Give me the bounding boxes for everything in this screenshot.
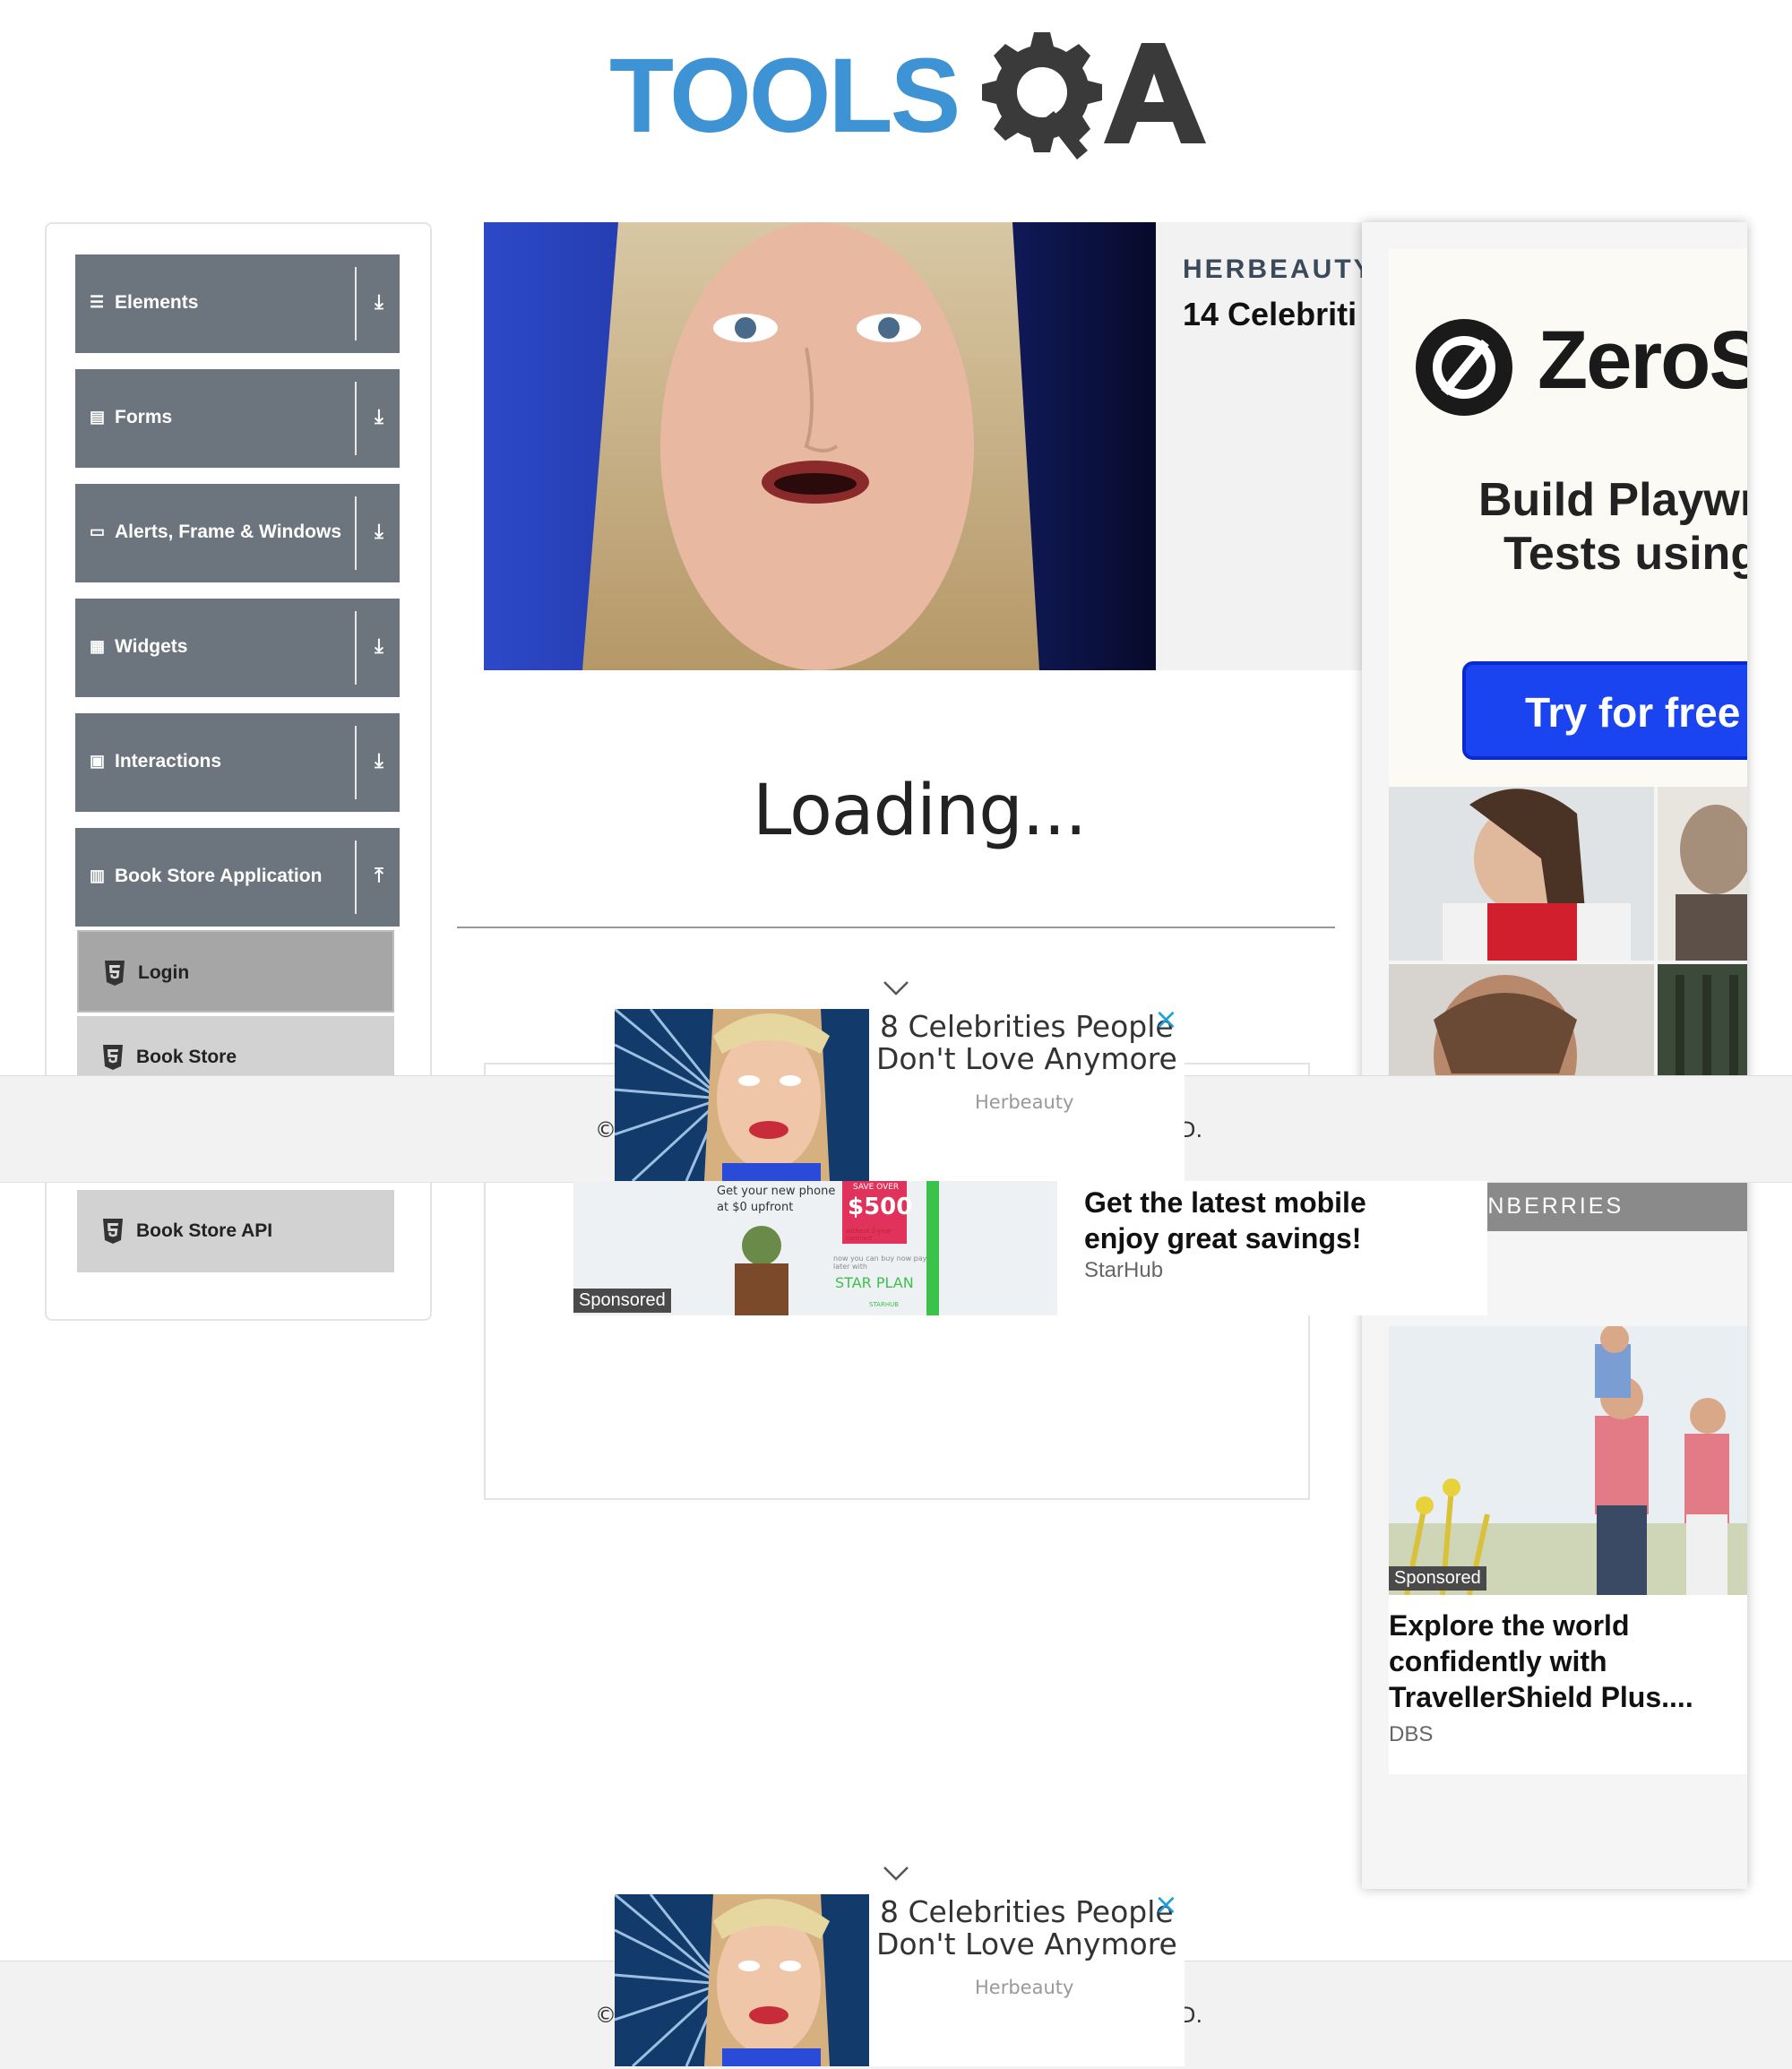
- sidebar-group-label: Alerts, Frame & Windows: [115, 522, 342, 542]
- logo-letter-a: [1104, 43, 1206, 143]
- group-divider: [355, 382, 357, 455]
- mini-ad-title-2[interactable]: Don't Love Anymore: [876, 1043, 1177, 1075]
- group-divider: [355, 611, 357, 685]
- sidebar-item-login[interactable]: Login: [77, 930, 394, 1013]
- mini-ad-image: [615, 1009, 869, 1181]
- mini-ad-title-1[interactable]: 8 Celebrities People: [880, 1011, 1174, 1043]
- list-icon: ☰: [90, 293, 105, 311]
- sidebar-group-forms[interactable]: ▤ Forms ⤓: [75, 369, 400, 468]
- mini-ad-image: [615, 1894, 869, 2066]
- group-divider: [355, 726, 357, 799]
- celebrity-face-image: [484, 222, 1156, 670]
- sidebar-item-label: Login: [138, 962, 190, 983]
- footer-copyright-partial: ©: [595, 2003, 616, 2028]
- dbs-ad-title[interactable]: Explore the world confidently with Trave…: [1389, 1608, 1747, 1715]
- sidebar-group-label: Elements: [115, 292, 199, 313]
- close-icon[interactable]: ×: [1154, 1887, 1178, 1921]
- sidebar-group-widgets[interactable]: ▦ Widgets ⤓: [75, 599, 400, 697]
- starhub-brand: STARHUB: [869, 1301, 900, 1308]
- expand-arrow-icon[interactable]: ⤓: [366, 634, 392, 658]
- mini-ad-title-2[interactable]: Don't Love Anymore: [876, 1928, 1177, 1961]
- zerostep-tagline-1: Build Playwrig: [1478, 474, 1747, 526]
- mini-ad-title-1[interactable]: 8 Celebrities People: [880, 1896, 1174, 1928]
- close-icon[interactable]: ×: [1154, 1002, 1178, 1036]
- expand-arrow-icon[interactable]: ⤓: [366, 290, 392, 314]
- sponsored-badge: Sponsored: [1389, 1566, 1486, 1591]
- try-for-free-label: Try for free →: [1525, 689, 1747, 736]
- form-icon: ▤: [90, 408, 106, 426]
- ad-headline[interactable]: 14 Celebriti: [1183, 296, 1357, 333]
- zerostep-tagline-2: Tests using A: [1503, 528, 1747, 580]
- sidebar-group-label: Forms: [115, 407, 173, 427]
- widgets-icon: ▦: [90, 637, 106, 655]
- zerostep-name: ZeroSte: [1538, 315, 1747, 406]
- starhub-plan-name: STAR PLAN: [835, 1274, 914, 1291]
- collapse-arrow-icon[interactable]: ⤒: [366, 864, 392, 887]
- ad-herbeauty-mini[interactable]: 8 Celebrities People Don't Love Anymore …: [615, 1887, 1185, 2066]
- sponsored-badge: Sponsored: [573, 1289, 671, 1313]
- starhub-plan-text: now you can buy now pay later with: [833, 1254, 927, 1271]
- toolsqa-logo[interactable]: TOOLS: [609, 27, 1206, 170]
- ad-brand-label: HERBEAUTY: [1183, 254, 1362, 284]
- sidebar-item-label: Book Store: [136, 1047, 237, 1067]
- ad-herbeauty-mini[interactable]: 8 Celebrities People Don't Love Anymore …: [615, 1002, 1185, 1181]
- footer-copyright-partial: ©: [595, 1117, 616, 1142]
- starhub-badge-top: SAVE OVER: [853, 1183, 900, 1192]
- group-divider: [355, 496, 357, 570]
- sidebar-group-book-store-application[interactable]: ▥ Book Store Application ⤒: [75, 828, 400, 927]
- dbs-ad-source: DBS: [1389, 1722, 1434, 1746]
- library-icon: ▥: [90, 866, 106, 884]
- starhub-badge-bottom: without 2-year contract: [846, 1228, 892, 1242]
- zerostep-logo-icon: [1416, 319, 1512, 416]
- sidebar-group-label: Widgets: [115, 636, 188, 657]
- ad-starhub[interactable]: Get your new phone at $0 upfront SAVE OV…: [573, 1181, 1487, 1315]
- starhub-img-text-2: at $0 upfront: [717, 1201, 794, 1214]
- window-icon: ▭: [90, 522, 106, 540]
- ad-celebrity-photo[interactable]: [484, 222, 1156, 670]
- starhub-ad-source: StarHub: [1084, 1258, 1164, 1282]
- mini-ad-source: Herbeauty: [975, 1091, 1074, 1113]
- sidebar-group-elements[interactable]: ☰ Elements ⤓: [75, 254, 400, 353]
- starhub-ad-image: Get your new phone at $0 upfront SAVE OV…: [573, 1181, 1057, 1315]
- expand-arrow-icon[interactable]: ⤓: [366, 405, 392, 428]
- dbs-ad-image: Sponsored: [1389, 1326, 1747, 1595]
- logo-text: TOOLS: [609, 37, 961, 155]
- html5-icon: [105, 961, 125, 986]
- sidebar-item-label: Book Store API: [136, 1220, 273, 1241]
- ad-zerostep[interactable]: ZeroSte Build Playwrig Tests using A Try…: [1389, 249, 1747, 787]
- starhub-badge-value: $500: [848, 1194, 913, 1220]
- right-ad-column: ZeroSte Build Playwrig Tests using A Try…: [1362, 222, 1747, 1889]
- interactions-icon: ▣: [90, 752, 106, 770]
- html5-icon: [103, 1045, 123, 1070]
- starhub-ad-title-1[interactable]: Get the latest mobile: [1084, 1185, 1366, 1220]
- try-for-free-button[interactable]: Try for free →: [1462, 661, 1747, 760]
- sidebar-group-alerts[interactable]: ▭ Alerts, Frame & Windows ⤓: [75, 484, 400, 582]
- gear-magnifier-icon: [982, 32, 1102, 159]
- sidebar-group-interactions[interactable]: ▣ Interactions ⤓: [75, 713, 400, 812]
- html5-icon: [103, 1219, 123, 1244]
- ad-herbeauty-info[interactable]: HERBEAUTY 14 Celebriti: [1156, 222, 1362, 670]
- group-divider: [355, 841, 357, 914]
- sidebar-item-book-store-api[interactable]: Book Store API: [77, 1190, 394, 1272]
- starhub-ad-title-2[interactable]: enjoy great savings!: [1084, 1220, 1361, 1256]
- expand-arrow-icon[interactable]: ⤓: [366, 520, 392, 543]
- sidebar-group-label: Interactions: [115, 751, 222, 772]
- chevron-down-icon[interactable]: [883, 1866, 909, 1882]
- group-divider: [355, 267, 357, 341]
- mini-ad-source: Herbeauty: [975, 1977, 1074, 1998]
- ad-dbs[interactable]: Sponsored Explore the world confidently …: [1389, 1326, 1747, 1774]
- starhub-img-text-1: Get your new phone: [717, 1185, 836, 1198]
- loading-text: Loading...: [753, 771, 1087, 851]
- sidebar-group-label: Book Store Application: [115, 866, 323, 886]
- content-divider: [457, 927, 1335, 928]
- chevron-down-icon[interactable]: [883, 980, 909, 996]
- expand-arrow-icon[interactable]: ⤓: [366, 749, 392, 772]
